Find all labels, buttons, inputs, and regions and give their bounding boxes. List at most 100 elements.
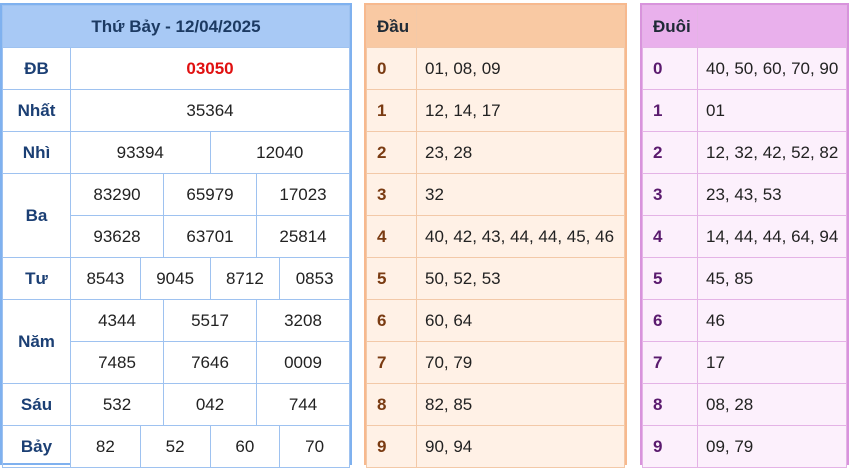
prize-value-nam-2: 5517: [163, 299, 257, 342]
dau-header-empty: [416, 5, 625, 48]
dau-digit: 3: [366, 173, 417, 216]
dau-row: 1 12, 14, 17: [366, 89, 625, 132]
prize-value-nhi-1: 93394: [70, 131, 211, 174]
dau-values: 40, 42, 43, 44, 44, 45, 46: [416, 215, 625, 258]
prize-value-nam-1: 4344: [70, 299, 164, 342]
dau-values: 23, 28: [416, 131, 625, 174]
duoi-row: 5 45, 85: [642, 257, 847, 300]
prize-label-sau: Sáu: [2, 383, 71, 426]
dau-digit: 2: [366, 131, 417, 174]
prize-value-nhat: 35364: [70, 89, 350, 132]
dau-digit: 8: [366, 383, 417, 426]
dau-row: 3 32: [366, 173, 625, 216]
duoi-row: 3 23, 43, 53: [642, 173, 847, 216]
dau-row: 9 90, 94: [366, 425, 625, 468]
prize-label-nam: Năm: [2, 299, 71, 384]
prize-value-sau-3: 744: [256, 383, 350, 426]
duoi-values: 45, 85: [697, 257, 847, 300]
prize-value-tu-3: 8712: [209, 257, 281, 300]
dau-row: 0 01, 08, 09: [366, 47, 625, 90]
dau-row: 2 23, 28: [366, 131, 625, 174]
results-date-title: Thứ Bảy - 12/04/2025: [2, 5, 350, 48]
prize-label-ba: Ba: [2, 173, 71, 258]
dau-digit: 9: [366, 425, 417, 468]
duoi-digit: 9: [642, 425, 698, 468]
duoi-values: 40, 50, 60, 70, 90: [697, 47, 847, 90]
duoi-row: 8 08, 28: [642, 383, 847, 426]
duoi-header-label: Đuôi: [642, 5, 698, 48]
duoi-digit: 5: [642, 257, 698, 300]
duoi-values: 46: [697, 299, 847, 342]
dau-digit: 5: [366, 257, 417, 300]
prize-value-nhi-2: 12040: [209, 131, 350, 174]
prize-value-ba-2: 65979: [163, 173, 257, 216]
dau-values: 70, 79: [416, 341, 625, 384]
prize-value-db: 03050: [70, 47, 350, 90]
duoi-digit: 6: [642, 299, 698, 342]
prize-value-tu-4: 0853: [279, 257, 350, 300]
prize-value-nam-5: 7646: [163, 341, 257, 384]
dau-digit: 1: [366, 89, 417, 132]
prize-value-bay-4: 70: [279, 425, 350, 468]
prize-value-nam-4: 7485: [70, 341, 164, 384]
prize-row-db: ĐB 03050: [2, 47, 350, 90]
prize-label-tu: Tư: [2, 257, 71, 300]
prize-value-ba-4: 93628: [70, 215, 164, 258]
prize-value-ba-6: 25814: [256, 215, 350, 258]
duoi-values: 17: [697, 341, 847, 384]
prize-row-nhat: Nhất 35364: [2, 89, 350, 132]
duoi-row: 2 12, 32, 42, 52, 82: [642, 131, 847, 174]
duoi-row: 1 01: [642, 89, 847, 132]
dau-row: 6 60, 64: [366, 299, 625, 342]
dau-digit: 6: [366, 299, 417, 342]
prize-value-tu-2: 9045: [139, 257, 211, 300]
duoi-row: 0 40, 50, 60, 70, 90: [642, 47, 847, 90]
dau-values: 32: [416, 173, 625, 216]
dau-values: 01, 08, 09: [416, 47, 625, 90]
duoi-digit: 8: [642, 383, 698, 426]
duoi-header-row: Đuôi: [642, 5, 847, 48]
dau-digit: 7: [366, 341, 417, 384]
duoi-table: Đuôi 0 40, 50, 60, 70, 90 1 01 2 12, 32, 42…: [642, 5, 847, 468]
dau-values: 50, 52, 53: [416, 257, 625, 300]
dau-table-panel: Đầu 0 01, 08, 09 1 12, 14, 17 2 23, 28 3 32 …: [364, 3, 627, 468]
duoi-digit: 4: [642, 215, 698, 258]
duoi-row: 7 17: [642, 341, 847, 384]
prize-value-ba-1: 83290: [70, 173, 164, 216]
prize-value-ba-5: 63701: [163, 215, 257, 258]
results-table-panel: Thứ Bảy - 12/04/2025 ĐB 03050 Nhất 35364…: [0, 3, 352, 468]
dau-values: 60, 64: [416, 299, 625, 342]
prize-value-ba-3: 17023: [256, 173, 350, 216]
prize-row-nam-1: Năm 4344 5517 3208: [2, 299, 350, 384]
duoi-row: 6 46: [642, 299, 847, 342]
prize-row-nhi: Nhì 93394 12040: [2, 131, 350, 174]
dau-header-label: Đầu: [366, 5, 417, 48]
prize-row-tu: Tư 8543 9045 8712 0853: [2, 257, 350, 300]
prize-label-nhat: Nhất: [2, 89, 71, 132]
dau-row: 4 40, 42, 43, 44, 44, 45, 46: [366, 215, 625, 258]
duoi-digit: 3: [642, 173, 698, 216]
dau-row: 7 70, 79: [366, 341, 625, 384]
duoi-header-empty: [697, 5, 847, 48]
prize-value-sau-2: 042: [163, 383, 257, 426]
duoi-values: 08, 28: [697, 383, 847, 426]
prize-value-tu-1: 8543: [70, 257, 141, 300]
dau-digit: 4: [366, 215, 417, 258]
prize-label-bay: Bảy: [2, 425, 71, 468]
duoi-digit: 7: [642, 341, 698, 384]
prize-value-nam-3: 3208: [256, 299, 350, 342]
prize-label-nhi: Nhì: [2, 131, 71, 174]
dau-values: 82, 85: [416, 383, 625, 426]
duoi-table-panel: Đuôi 0 40, 50, 60, 70, 90 1 01 2 12, 32, 42…: [640, 3, 849, 468]
results-table: Thứ Bảy - 12/04/2025 ĐB 03050 Nhất 35364…: [2, 5, 350, 468]
prize-value-bay-3: 60: [209, 425, 281, 468]
duoi-row: 4 14, 44, 44, 64, 94: [642, 215, 847, 258]
dau-values: 90, 94: [416, 425, 625, 468]
prize-value-nam-6: 0009: [256, 341, 350, 384]
dau-header-row: Đầu: [366, 5, 625, 48]
duoi-digit: 0: [642, 47, 698, 90]
prize-value-bay-1: 82: [70, 425, 141, 468]
prize-value-sau-1: 532: [70, 383, 164, 426]
results-header-row: Thứ Bảy - 12/04/2025: [2, 5, 350, 48]
prize-row-sau: Sáu 532 042 744: [2, 383, 350, 426]
